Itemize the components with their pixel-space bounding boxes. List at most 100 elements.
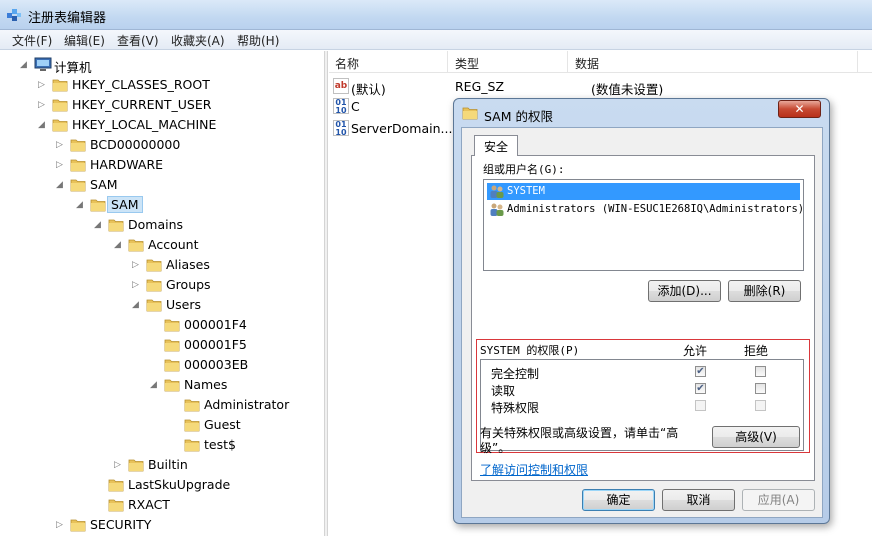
tab-security[interactable]: 安全 xyxy=(474,135,519,156)
collapsed-arrow-icon[interactable]: ▷ xyxy=(38,80,48,90)
folder-icon xyxy=(52,97,68,112)
tree-node-label: 000001F4 xyxy=(184,317,247,332)
allow-checkbox xyxy=(695,400,706,411)
tree-node-label: HKEY_CLASSES_ROOT xyxy=(72,77,210,92)
expanded-arrow-icon[interactable]: ◢ xyxy=(150,380,160,390)
menu-help[interactable]: 帮助(H) xyxy=(237,32,279,49)
permission-name: 特殊权限 xyxy=(491,401,540,415)
ok-button[interactable]: 确定 xyxy=(582,489,655,511)
advanced-button[interactable]: 高级(V) xyxy=(712,426,800,448)
collapsed-arrow-icon[interactable]: ▷ xyxy=(56,140,66,150)
folder-icon xyxy=(70,517,86,532)
allow-checkbox[interactable]: ✔ xyxy=(695,383,706,394)
folder-icon xyxy=(108,477,124,492)
user-item-system[interactable]: SYSTEM xyxy=(487,183,800,200)
tree-node-label: Groups xyxy=(166,277,211,292)
user-item-administrators[interactable]: Administrators (WIN-ESUC1E268IQ\Administ… xyxy=(487,201,804,218)
folder-icon xyxy=(164,357,180,372)
permission-name: 完全控制 xyxy=(491,367,540,381)
expanded-arrow-icon[interactable]: ◢ xyxy=(132,300,142,310)
expanded-arrow-icon[interactable]: ◢ xyxy=(94,220,104,230)
access-control-help-link[interactable]: 了解访问控制和权限 xyxy=(480,461,588,478)
tree-node-label: SECURITY xyxy=(90,517,152,532)
tree-node-label: HKEY_LOCAL_MACHINE xyxy=(72,117,217,132)
users-group-icon xyxy=(490,203,504,216)
column-divider[interactable] xyxy=(567,51,568,73)
binary-value-icon: 01 10 xyxy=(333,120,349,137)
tree-node-label: LastSkuUpgrade xyxy=(128,477,231,492)
folder-icon xyxy=(52,117,68,132)
users-group-icon xyxy=(490,185,504,198)
column-name-header[interactable]: 名称 xyxy=(335,55,359,72)
tree-node-label: SAM xyxy=(107,196,143,213)
permissions-dialog: SAM 的权限 ✕ 安全 组或用户名(G): SYSTEM Administra… xyxy=(453,98,830,524)
column-divider[interactable] xyxy=(857,51,858,73)
expanded-arrow-icon[interactable]: ◢ xyxy=(56,180,66,190)
permission-row: 读取 ✔ xyxy=(491,381,801,398)
close-button[interactable]: ✕ xyxy=(778,100,821,118)
permission-row: 完全控制 ✔ xyxy=(491,364,801,381)
tree-node-label: HARDWARE xyxy=(90,157,164,172)
collapsed-arrow-icon[interactable]: ▷ xyxy=(114,460,124,470)
allow-column-header: 允许 xyxy=(683,344,708,358)
folder-icon xyxy=(164,377,180,392)
remove-button[interactable]: 删除(R) xyxy=(728,280,801,302)
tree-node-label: 000003EB xyxy=(184,357,249,372)
cancel-button[interactable]: 取消 xyxy=(662,489,735,511)
deny-column-header: 拒绝 xyxy=(744,344,769,358)
collapsed-arrow-icon[interactable]: ▷ xyxy=(56,520,66,530)
apply-button: 应用(A) xyxy=(742,489,815,511)
menu-bar: 文件(F) 编辑(E) 查看(V) 收藏夹(A) 帮助(H) xyxy=(0,30,872,50)
deny-checkbox[interactable] xyxy=(755,366,766,377)
folder-icon xyxy=(146,297,162,312)
tree-node-label: Administrator xyxy=(204,397,290,412)
user-name: Administrators (WIN-ESUC1E268IQ\Administ… xyxy=(507,203,805,215)
tree-node-label: test$ xyxy=(204,437,236,452)
column-type-header[interactable]: 类型 xyxy=(455,55,479,72)
expanded-arrow-icon[interactable]: ◢ xyxy=(20,60,30,70)
registry-tree[interactable]: ◢ 计算机 ▷ HKEY_CLASSES_ROOT ▷ HKEY_CURRENT_USER… xyxy=(0,51,324,536)
collapsed-arrow-icon[interactable]: ▷ xyxy=(38,100,48,110)
menu-file[interactable]: 文件(F) xyxy=(12,32,52,49)
tree-node-label: HKEY_CURRENT_USER xyxy=(72,97,212,112)
expanded-arrow-icon[interactable]: ◢ xyxy=(38,120,48,130)
column-data-header[interactable]: 数据 xyxy=(575,55,599,72)
collapsed-arrow-icon[interactable]: ▷ xyxy=(132,280,142,290)
menu-view[interactable]: 查看(V) xyxy=(117,32,159,49)
expanded-arrow-icon[interactable]: ◢ xyxy=(76,200,86,210)
allow-checkbox[interactable]: ✔ xyxy=(695,366,706,377)
folder-icon xyxy=(70,137,86,152)
folder-icon xyxy=(164,337,180,352)
menu-edit[interactable]: 编辑(E) xyxy=(64,32,105,49)
folder-icon xyxy=(108,217,124,232)
tree-node-label: Guest xyxy=(204,417,241,432)
users-listbox[interactable]: SYSTEM Administrators (WIN-ESUC1E268IQ\A… xyxy=(483,179,804,271)
add-button[interactable]: 添加(D)... xyxy=(648,280,721,302)
tree-node-label: 计算机 xyxy=(54,60,92,75)
deny-checkbox[interactable] xyxy=(755,383,766,394)
collapsed-arrow-icon[interactable]: ▷ xyxy=(132,260,142,270)
list-row[interactable]: ab (默认) REG_SZ (数值未设置) xyxy=(329,76,872,97)
pane-splitter[interactable] xyxy=(324,51,328,536)
folder-icon xyxy=(70,157,86,172)
tree-node-label: Account xyxy=(148,237,199,252)
tree-node-label: SAM xyxy=(90,177,118,192)
folder-icon xyxy=(184,437,200,452)
menu-favorites[interactable]: 收藏夹(A) xyxy=(171,32,225,49)
folder-icon xyxy=(164,317,180,332)
advanced-hint-line2: 级”。 xyxy=(480,441,511,455)
folder-icon xyxy=(146,277,162,292)
folder-icon xyxy=(90,197,106,212)
expanded-arrow-icon[interactable]: ◢ xyxy=(114,240,124,250)
folder-icon xyxy=(462,107,478,120)
tree-node-label: Aliases xyxy=(166,257,210,272)
collapsed-arrow-icon[interactable]: ▷ xyxy=(56,160,66,170)
value-name: C xyxy=(351,99,360,114)
column-divider[interactable] xyxy=(447,51,448,73)
tree-node-label: Users xyxy=(166,297,202,312)
folder-icon xyxy=(184,417,200,432)
